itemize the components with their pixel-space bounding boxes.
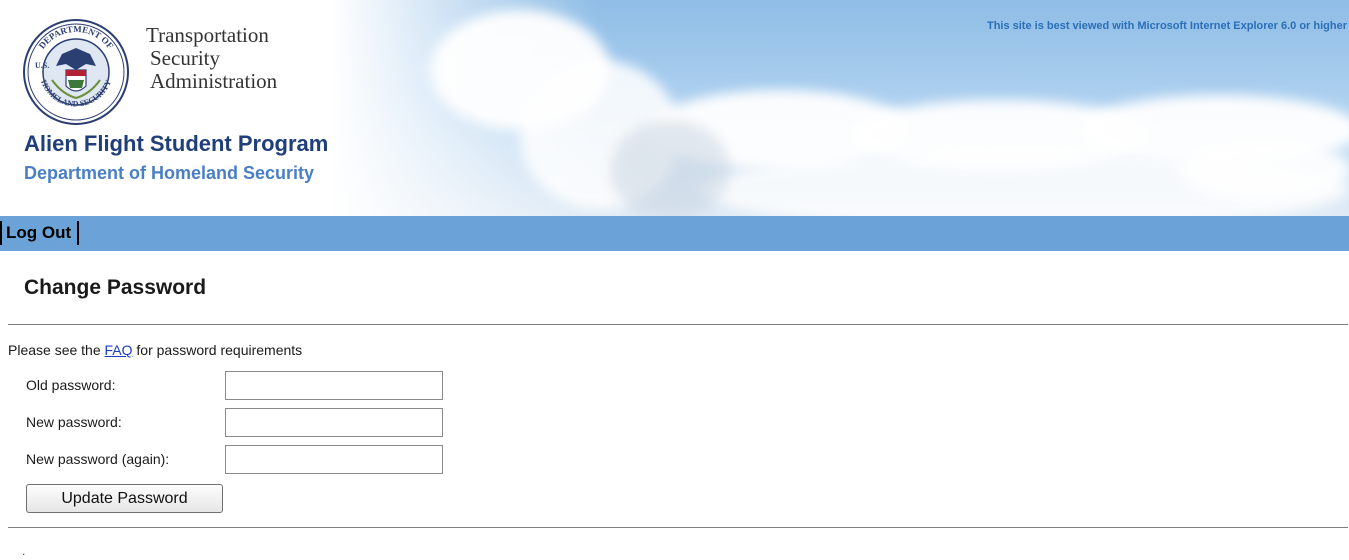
- program-title: Alien Flight Student Program: [24, 131, 329, 156]
- browser-recommendation: This site is best viewed with Microsoft …: [986, 20, 1347, 32]
- agency-name: Transportation Security Administration: [146, 24, 277, 93]
- page-title: Change Password: [24, 276, 207, 299]
- site-header: DEPARTMENT OF HOMELAND SECURITY U.S. Tra…: [0, 0, 1349, 216]
- new-password-input[interactable]: [225, 408, 443, 437]
- agency-line: Transportation: [146, 23, 269, 47]
- requirements-note: Please see the FAQ for password requirem…: [8, 342, 302, 358]
- faq-link[interactable]: FAQ: [105, 342, 133, 358]
- new-password-label: New password:: [26, 414, 122, 430]
- seal-left-text: U.S.: [35, 61, 49, 70]
- confirm-password-input[interactable]: [225, 445, 443, 474]
- old-password-input[interactable]: [225, 371, 443, 400]
- update-password-button[interactable]: Update Password: [26, 484, 223, 513]
- agency-line: Administration: [150, 69, 278, 93]
- agency-line: Security: [150, 46, 220, 70]
- confirm-password-label: New password (again):: [26, 451, 170, 467]
- divider: [8, 324, 1348, 325]
- cloud-decoration: [1180, 140, 1349, 200]
- old-password-label: Old password:: [26, 377, 116, 393]
- program-subtitle: Department of Homeland Security: [24, 163, 315, 183]
- divider: [8, 527, 1348, 528]
- requirements-suffix: for password requirements: [132, 342, 303, 358]
- nav-bar: Log Out: [0, 216, 1349, 251]
- footer-mark: .: [22, 544, 26, 558]
- requirements-prefix: Please see the: [8, 342, 105, 358]
- cloud-decoration: [610, 120, 730, 216]
- dhs-seal-icon: DEPARTMENT OF HOMELAND SECURITY U.S.: [23, 19, 129, 125]
- logout-link[interactable]: Log Out: [0, 221, 80, 245]
